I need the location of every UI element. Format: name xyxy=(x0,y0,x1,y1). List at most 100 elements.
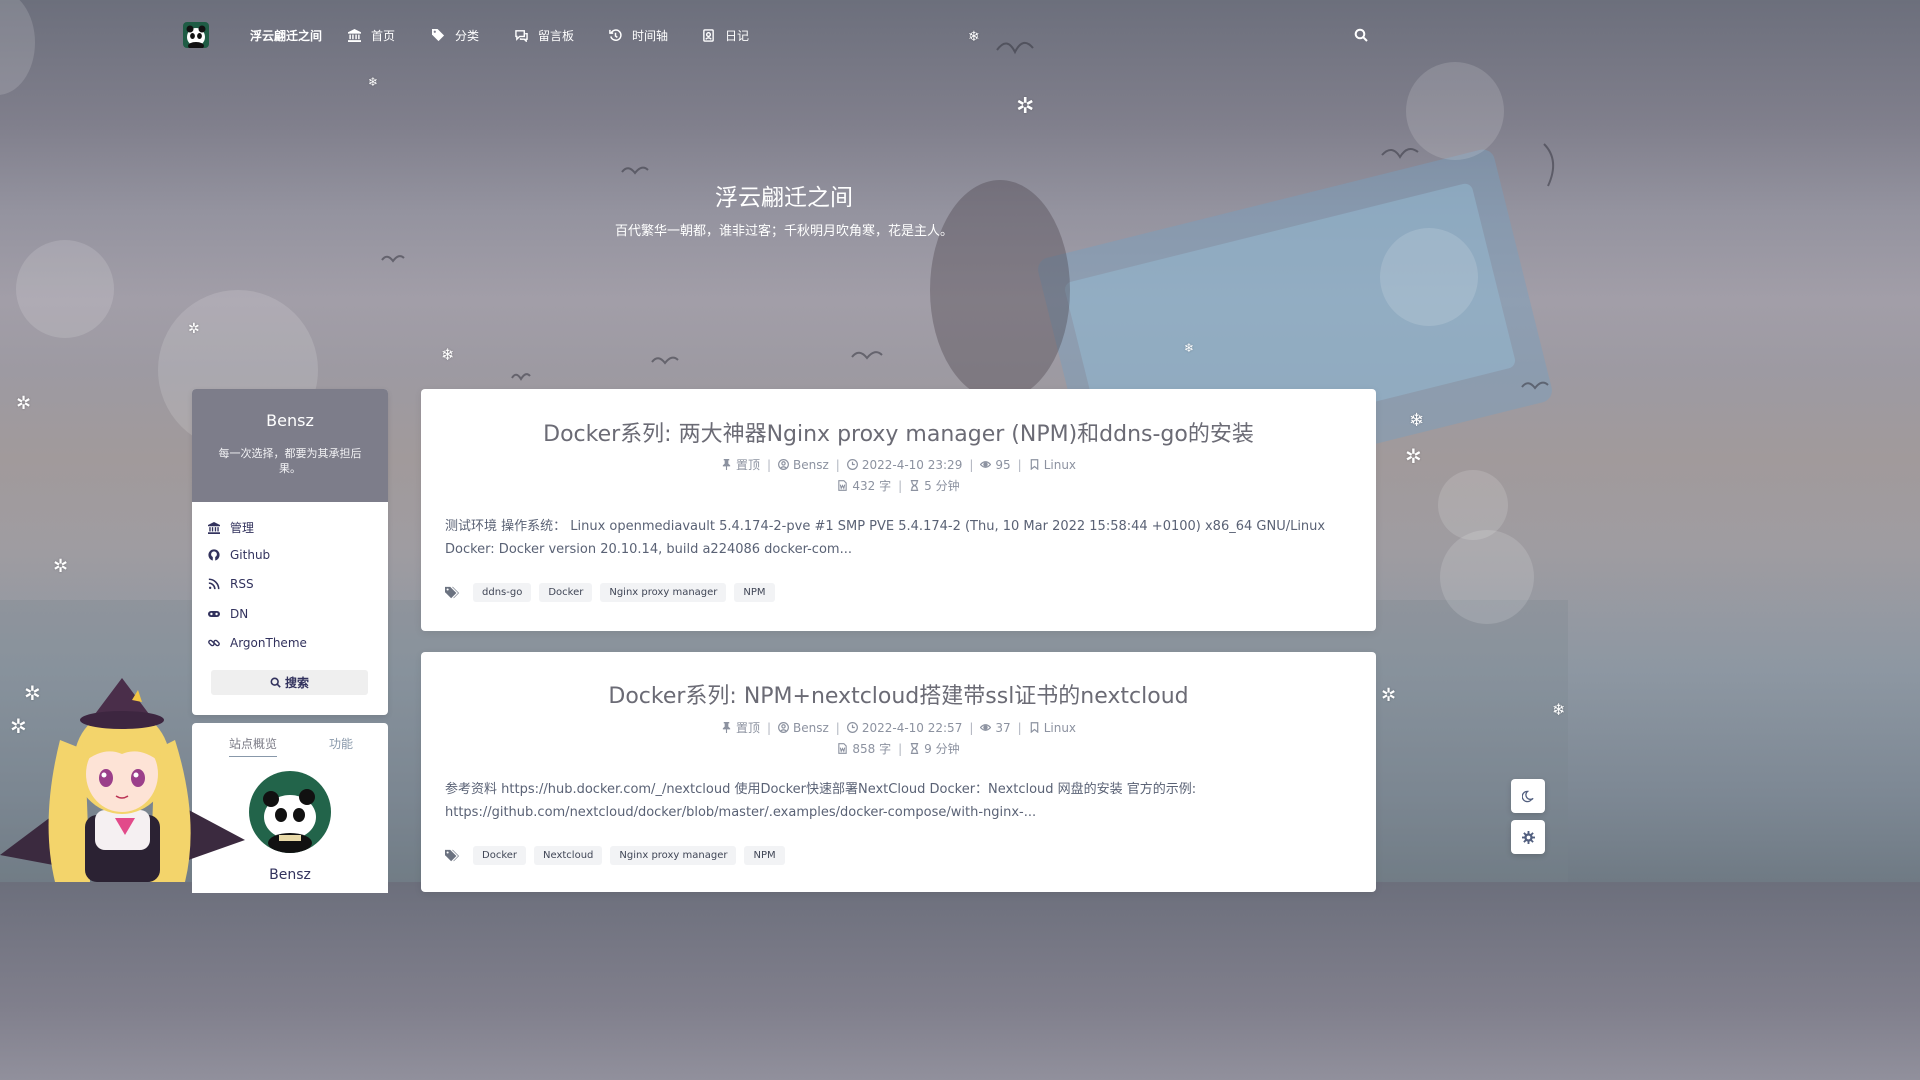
post-views: 37 xyxy=(980,721,1011,735)
github-icon xyxy=(208,549,220,561)
post-views: 95 xyxy=(980,457,1011,472)
settings-button[interactable] xyxy=(1511,820,1545,854)
banner-subtitle: 百代繁华一朝都，谁非过客；千秋明月吹角寒，花是主人。 xyxy=(614,224,953,239)
rss-icon xyxy=(208,578,220,590)
diary-icon xyxy=(703,29,714,42)
nav-brand[interactable]: 浮云翩迁之间 xyxy=(250,27,322,44)
sidebar-link-dn[interactable]: DN xyxy=(208,607,248,621)
tag-chip[interactable]: Nginx proxy manager xyxy=(610,846,737,865)
nav-item-guestbook[interactable]: 留言板 xyxy=(515,27,574,44)
views-count: 95 xyxy=(995,457,1011,472)
pinned-badge: 置顶 xyxy=(721,719,760,736)
gear-icon xyxy=(1521,830,1535,844)
search-icon[interactable] xyxy=(1354,28,1368,42)
pinned-label: 置顶 xyxy=(735,458,760,472)
read-time-text: 5 分钟 xyxy=(924,479,960,493)
word-count: 432 字 xyxy=(837,477,891,494)
file-word-icon xyxy=(838,480,848,491)
mascot-character[interactable] xyxy=(0,670,245,882)
word-count-text: 858 字 xyxy=(852,742,892,756)
category-label: Linux xyxy=(1043,457,1077,472)
sidebar-link-label: 管理 xyxy=(230,521,255,535)
user-icon xyxy=(778,722,789,733)
nav-item-label: 日记 xyxy=(725,29,750,43)
nav-item-diary[interactable]: 日记 xyxy=(702,27,749,44)
gamepad-icon xyxy=(208,611,220,617)
post-stats: 432 字 | 5 分钟 xyxy=(421,477,1376,494)
eye-icon xyxy=(980,461,992,468)
clock-icon xyxy=(846,459,858,470)
hourglass-icon xyxy=(910,743,919,754)
bank-icon xyxy=(208,521,220,534)
eye-icon xyxy=(980,724,992,731)
sidebar-link-label: Github xyxy=(230,548,271,562)
sidebar-link-label: ArgonTheme xyxy=(230,636,307,650)
post-title[interactable]: Docker系列: 两大神器Nginx proxy manager (NPM)和… xyxy=(421,416,1376,448)
post-date: 2022-4-10 22:57 xyxy=(846,720,963,735)
profile-motto: 每一次选择，都要为其承担后果。 xyxy=(218,447,362,475)
tab-features[interactable]: 功能 xyxy=(329,735,353,752)
date-text: 2022-4-10 22:57 xyxy=(861,720,963,735)
pinned-label: 置顶 xyxy=(735,721,760,735)
tag-chip[interactable]: Nextcloud xyxy=(534,846,603,865)
nav-item-label: 时间轴 xyxy=(632,29,669,43)
post-card: Docker系列: NPM+nextcloud搭建带ssl证书的nextclou… xyxy=(421,652,1376,892)
tag-chip[interactable]: Nginx proxy manager xyxy=(600,583,727,602)
pin-icon xyxy=(722,722,731,733)
nav-item-label: 分类 xyxy=(455,29,480,43)
post-excerpt: 测试环境 操作系统： Linux openmediavault 5.4.174-… xyxy=(445,519,1326,557)
tag-chip[interactable]: ddns-go xyxy=(473,583,532,602)
tag-chip[interactable]: Docker xyxy=(539,583,593,602)
nav-item-timeline[interactable]: 时间轴 xyxy=(609,27,668,44)
moon-icon xyxy=(1521,790,1534,802)
post-excerpt: 参考资料 https://hub.docker.com/_/nextcloud … xyxy=(445,782,1197,820)
pinned-badge: 置顶 xyxy=(721,456,760,473)
site-logo[interactable] xyxy=(183,22,209,48)
author-name: Bensz xyxy=(793,457,829,472)
post-category[interactable]: Linux xyxy=(1029,458,1076,472)
sidebar-link-admin[interactable]: 管理 xyxy=(208,519,254,536)
nav-item-label: 留言板 xyxy=(538,29,575,43)
word-count-text: 432 字 xyxy=(852,479,892,493)
tag-chip[interactable]: NPM xyxy=(744,846,785,865)
nav-item-categories[interactable]: 分类 xyxy=(432,27,479,44)
post-title[interactable]: Docker系列: NPM+nextcloud搭建带ssl证书的nextclou… xyxy=(421,678,1376,710)
tags-icon xyxy=(432,29,445,42)
link-icon xyxy=(208,639,220,647)
sidebar-link-github[interactable]: Github xyxy=(208,548,270,562)
pin-icon xyxy=(722,459,731,470)
bookmark-icon xyxy=(1030,459,1039,470)
post-date: 2022-4-10 23:29 xyxy=(846,457,963,472)
tags-icon xyxy=(445,586,459,598)
post-stats: 858 字 | 9 分钟 xyxy=(421,740,1376,757)
post-meta: 置顶 | Bensz | 2022-4-10 23:29 | 95 | Linu… xyxy=(421,456,1376,473)
bank-icon xyxy=(348,29,361,42)
avatar xyxy=(249,771,331,853)
post-author[interactable]: Bensz xyxy=(778,458,829,472)
tags-icon xyxy=(445,849,459,861)
read-time: 9 分钟 xyxy=(909,740,960,757)
tag-chip[interactable]: Docker xyxy=(473,846,527,865)
date-text: 2022-4-10 23:29 xyxy=(861,457,963,472)
user-icon xyxy=(778,459,789,470)
history-icon xyxy=(609,29,622,41)
banner-title: 浮云翩迁之间 xyxy=(715,185,853,211)
post-author[interactable]: Bensz xyxy=(778,721,829,735)
dark-mode-button[interactable] xyxy=(1511,779,1545,813)
post-card: Docker系列: 两大神器Nginx proxy manager (NPM)和… xyxy=(421,389,1376,631)
clock-icon xyxy=(846,722,858,733)
post-tags: ddns-go Docker Nginx proxy manager NPM xyxy=(445,583,775,602)
tag-chip[interactable]: NPM xyxy=(734,583,775,602)
sidebar-link-rss[interactable]: RSS xyxy=(208,577,254,591)
profile-name: Bensz xyxy=(266,411,314,430)
top-navbar: 浮云翩迁之间 首页 分类 留言板 时间轴 日记 xyxy=(0,0,1568,70)
read-time: 5 分钟 xyxy=(909,477,960,494)
nav-item-label: 首页 xyxy=(371,29,396,43)
comments-icon xyxy=(515,30,528,42)
bookmark-icon xyxy=(1030,722,1039,733)
file-word-icon xyxy=(838,743,848,754)
sidebar-link-argontheme[interactable]: ArgonTheme xyxy=(208,636,307,650)
nav-item-home[interactable]: 首页 xyxy=(348,27,395,44)
hourglass-icon xyxy=(910,480,919,491)
post-category[interactable]: Linux xyxy=(1029,721,1076,735)
